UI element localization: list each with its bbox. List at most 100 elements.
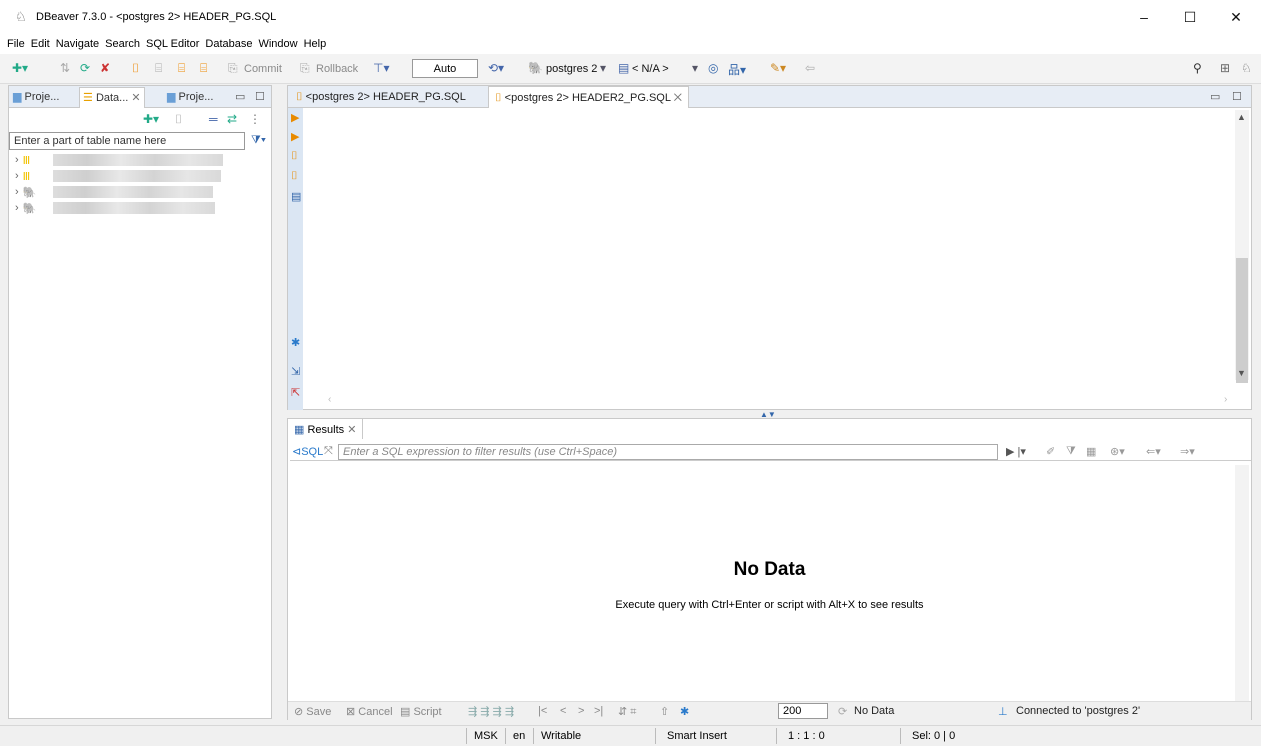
connect-icon[interactable]: ⇅ — [60, 61, 70, 75]
sql-editor[interactable]: ⌷ <postgres 2> HEADER_PG.SQL ⌷ <postgres… — [287, 85, 1252, 410]
navigator-tabs: ▆ Proje... ☰ Data... ✕ ▆ Proje... ▭ ☐ — [9, 86, 271, 108]
tree-node[interactable]: › Ⅲ — [15, 169, 30, 183]
tab-database-navigator[interactable]: ☰ Data... ✕ — [79, 87, 145, 108]
menu-help[interactable]: Help — [301, 38, 330, 50]
filter-icon[interactable]: ⧩ — [1066, 445, 1076, 458]
new-connection-icon[interactable]: ✚▾ — [143, 112, 159, 126]
clear-filter-icon[interactable]: ✐ — [1046, 445, 1055, 458]
cancel-button[interactable]: ⊠ Cancel — [346, 705, 393, 718]
settings-gear-icon[interactable]: ✱ — [680, 705, 689, 718]
tab-header-pg-sql[interactable]: ⌷ <postgres 2> HEADER_PG.SQL — [290, 86, 472, 108]
tab-results[interactable]: ▦ Results ✕ — [288, 419, 364, 439]
expand-icon[interactable]: ⤧ — [324, 445, 333, 458]
row-edit-icons[interactable]: ⇶ ⇶ ⇶ ⇶ — [468, 705, 514, 718]
next-page-icon[interactable]: > — [578, 705, 584, 717]
back-arrow-icon[interactable]: ⇐▾ — [1146, 445, 1161, 458]
perspective-icon[interactable]: ⊞ — [1220, 61, 1230, 75]
chevron-down-icon[interactable]: ▾ — [600, 61, 606, 75]
maximize-button[interactable]: ☐ — [1167, 0, 1213, 34]
explain-plan-icon[interactable]: ▤ — [291, 190, 301, 203]
menu-edit[interactable]: Edit — [28, 38, 53, 50]
collapse-all-icon[interactable]: ═ — [209, 112, 218, 126]
export-icon[interactable]: ⇲ — [291, 365, 300, 378]
menu-search[interactable]: Search — [102, 38, 143, 50]
tab-projects-2[interactable]: ▆ Proje... — [167, 90, 213, 103]
dbeaver-perspective-icon[interactable]: ♘ — [1241, 61, 1252, 75]
forward-arrow-icon[interactable]: ⇒▾ — [1180, 445, 1195, 458]
selection-info: Sel: 0 | 0 — [912, 730, 956, 742]
new-folder-icon[interactable]: ⌷ — [175, 112, 182, 127]
search-icon[interactable]: ⚲ — [1193, 61, 1202, 75]
close-button[interactable]: ✕ — [1213, 0, 1259, 34]
minimize-editor-icon[interactable]: ▭ — [1210, 90, 1220, 103]
scroll-right-icon[interactable]: › — [1224, 394, 1227, 405]
open-script-icon[interactable]: ⌸ — [178, 61, 185, 76]
script-button[interactable]: ▤ Script — [400, 705, 442, 718]
menu-window[interactable]: Window — [255, 38, 300, 50]
apply-filter-icon[interactable]: ▶ |▾ — [1006, 445, 1026, 458]
refresh-icon[interactable]: ⟳ — [838, 705, 847, 718]
execute-statement-icon[interactable]: ▶ — [291, 111, 299, 124]
disconnect-icon[interactable]: ✘ — [100, 61, 110, 75]
new-script-icon[interactable]: ⌸ — [155, 61, 162, 76]
scroll-down-icon: ▼ — [1237, 368, 1246, 378]
erd-icon[interactable]: 品▾ — [728, 61, 746, 78]
tree-node[interactable]: › Ⅲ — [15, 153, 30, 167]
execute-script-icon[interactable]: ⌷ — [291, 150, 298, 163]
menu-sql-editor[interactable]: SQL Editor — [143, 38, 202, 50]
maximize-editor-icon[interactable]: ☐ — [1232, 90, 1242, 103]
import-icon[interactable]: ⇱ — [291, 386, 300, 399]
tree-node[interactable]: › 🐘 — [15, 201, 36, 215]
execute-script-new-tab-icon[interactable]: ⌷ — [291, 170, 298, 183]
first-page-icon[interactable]: |< — [538, 705, 547, 717]
table-filter-input[interactable]: Enter a part of table name here — [9, 132, 245, 150]
last-page-icon[interactable]: >| — [594, 705, 603, 717]
recent-script-icon[interactable]: ⌸ — [200, 61, 207, 76]
rollback-button[interactable]: Rollback — [316, 63, 358, 75]
minimize-view-icon[interactable]: ▭ — [235, 90, 245, 103]
scroll-left-icon[interactable]: ‹ — [328, 394, 331, 405]
results-filter-input[interactable]: Enter a SQL expression to filter results… — [338, 444, 998, 460]
previous-page-icon[interactable]: < — [560, 705, 566, 717]
menu-navigate[interactable]: Navigate — [53, 38, 102, 50]
tab-header2-pg-sql[interactable]: ⌷ <postgres 2> HEADER2_PG.SQL ✕ — [488, 86, 690, 108]
commit-button[interactable]: Commit — [244, 63, 282, 75]
scrollbar-thumb[interactable] — [1236, 258, 1248, 383]
active-connection-select[interactable]: postgres 2 — [546, 63, 597, 75]
tools-icon[interactable]: ✎▾ — [770, 61, 786, 75]
new-connection-icon[interactable]: ✚▾ — [12, 61, 28, 75]
tab-projects[interactable]: ▆ Proje... — [13, 90, 59, 103]
panel-options-icon[interactable]: ⊛▾ — [1110, 445, 1125, 458]
invalidate-icon[interactable]: ⟳ — [80, 61, 90, 75]
fetch-size-input[interactable]: 200 — [778, 703, 828, 719]
active-schema-select[interactable]: < N/A > — [632, 63, 669, 75]
minimize-button[interactable]: – — [1121, 0, 1167, 34]
history-icon[interactable]: ⟲▾ — [488, 61, 504, 75]
export-data-icon[interactable]: ⇧ — [660, 705, 669, 718]
back-icon[interactable]: ⇦ — [805, 61, 815, 75]
execute-in-new-tab-icon[interactable]: ▶ — [291, 130, 299, 143]
transaction-mode-select[interactable]: Auto — [412, 59, 478, 78]
redacted-text — [53, 186, 213, 198]
chevron-down-icon[interactable]: ▾ — [692, 61, 698, 75]
dashboard-icon[interactable]: ◎ — [708, 61, 718, 75]
menu-database[interactable]: Database — [202, 38, 255, 50]
close-icon: ✕ — [673, 92, 683, 104]
sql-mode-icon[interactable]: ⊲SQL — [292, 445, 323, 458]
link-with-editor-icon[interactable]: ⇄ — [227, 112, 237, 126]
menu-file[interactable]: File — [4, 38, 28, 50]
sql-editor-icon[interactable]: ⌷ — [132, 61, 139, 76]
save-button[interactable]: ⊘ Save — [294, 705, 331, 718]
transaction-mode-icon[interactable]: ⊤▾ — [373, 61, 389, 75]
no-data-hint: Execute query with Ctrl+Enter or script … — [615, 599, 924, 611]
view-menu-icon[interactable]: ⋮ — [249, 112, 261, 126]
grid-icon: ▦ — [294, 424, 305, 436]
filter-icon[interactable]: ⧩▾ — [251, 134, 266, 147]
database-navigator-panel: ▆ Proje... ☰ Data... ✕ ▆ Proje... ▭ ☐ ✚▾… — [8, 85, 272, 719]
maximize-view-icon[interactable]: ☐ — [255, 90, 265, 103]
filter-history-icon[interactable]: ▦ — [1086, 445, 1096, 458]
vertical-scrollbar[interactable]: ▲ ▼ — [1235, 110, 1249, 383]
fetch-page-icon[interactable]: ⇵ ⌗ — [618, 705, 636, 719]
settings-gear-icon[interactable]: ✱ — [291, 336, 300, 349]
tree-node[interactable]: › 🐘 — [15, 185, 36, 199]
